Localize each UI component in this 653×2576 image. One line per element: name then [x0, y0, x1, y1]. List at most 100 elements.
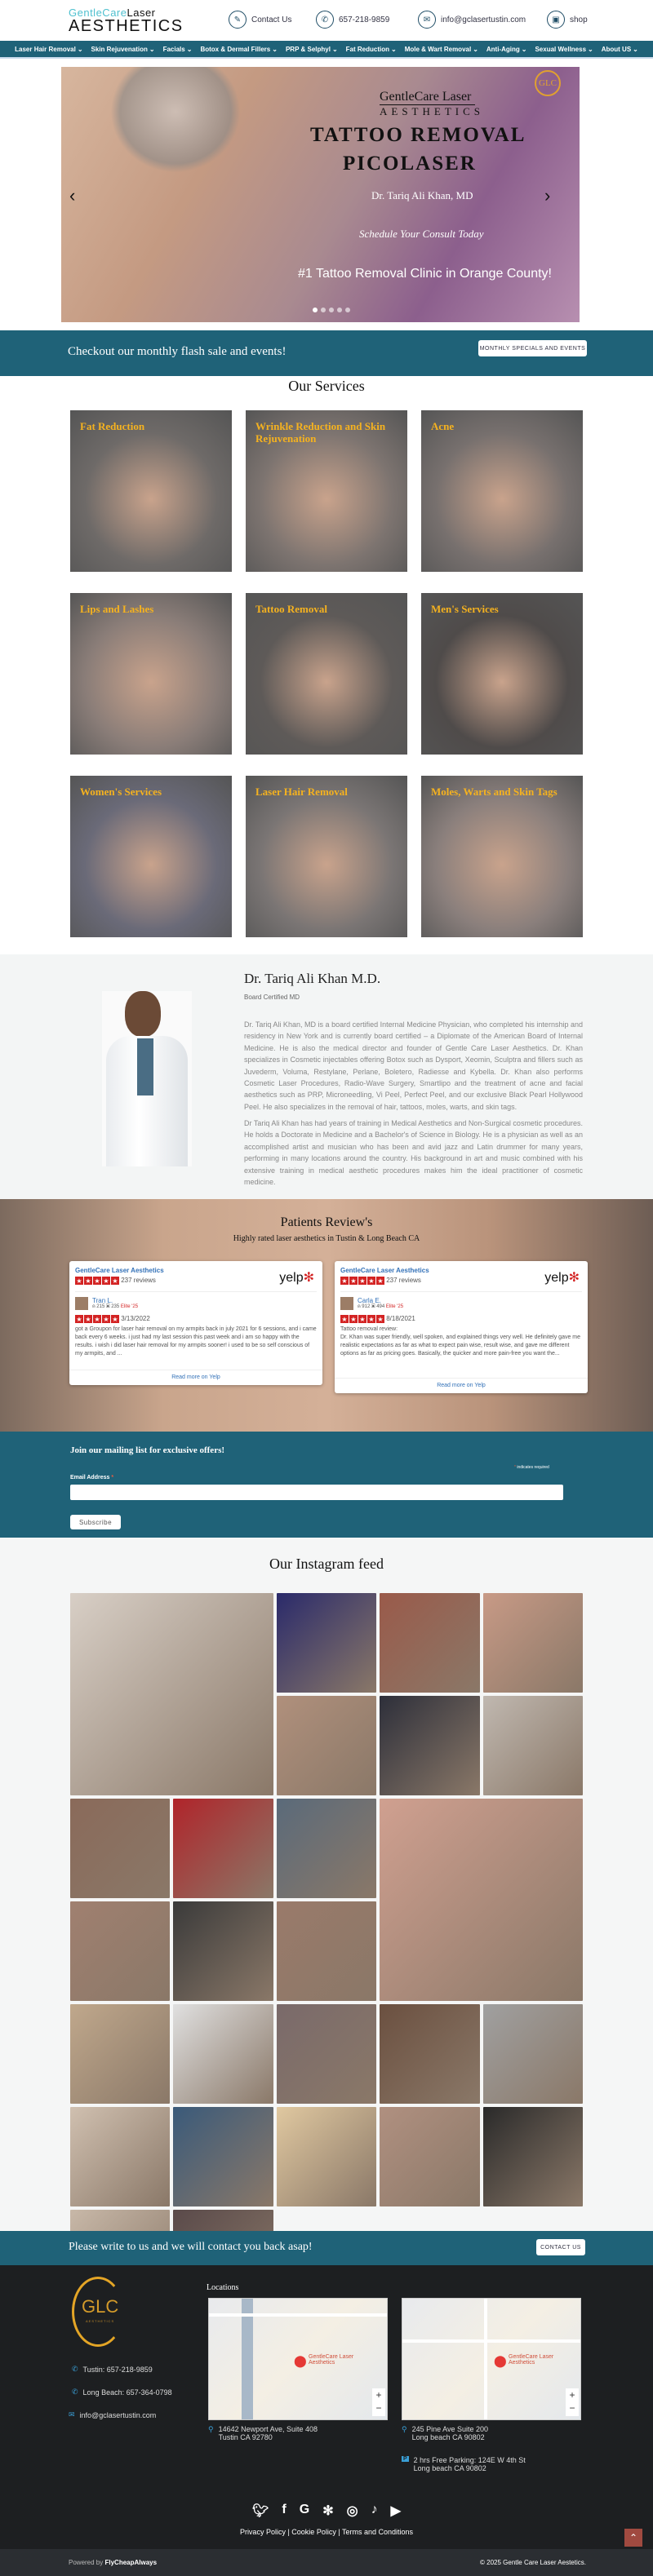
map-zoom-controls[interactable]: + −: [566, 2388, 579, 2416]
contact-us-button[interactable]: CONTACT US: [536, 2239, 585, 2255]
review-text: Tattoo removal review: Dr. Khan was supe…: [340, 1326, 581, 1357]
instagram-post[interactable]: [70, 2107, 171, 2206]
tustin-address: ⚲ 14642 Newport Ave, Suite 408 Tustin CA 9…: [208, 2425, 318, 2441]
instagram-post[interactable]: [276, 1799, 377, 1898]
instagram-post[interactable]: [276, 2004, 377, 2104]
service-tile[interactable]: Tattoo Removal: [246, 593, 407, 755]
hero-brand-top: GentleCare Laser: [380, 90, 476, 105]
instagram-post[interactable]: [70, 1901, 171, 2001]
shop-link[interactable]: ▣ shop: [547, 11, 588, 29]
scroll-to-top-button[interactable]: ⌃: [624, 2529, 642, 2547]
slide-dot[interactable]: [313, 308, 318, 312]
nav-item[interactable]: Skin Rejuvenation: [91, 46, 148, 53]
yelp-icon[interactable]: ✻: [322, 2503, 333, 2519]
monthly-specials-button[interactable]: MONTHLY SPECIALS AND EVENTS: [478, 340, 587, 356]
instagram-post[interactable]: [482, 1696, 583, 1795]
instagram-post[interactable]: [276, 1696, 377, 1795]
terms-link[interactable]: Terms and Conditions: [342, 2528, 413, 2536]
service-title: Tattoo Removal: [255, 603, 327, 615]
cookie-policy-link[interactable]: Cookie Policy: [291, 2528, 336, 2536]
nav-item[interactable]: Laser Hair Removal: [15, 46, 76, 53]
youtube-icon[interactable]: ▶: [391, 2503, 401, 2519]
read-more-link[interactable]: Read more on Yelp: [69, 1370, 322, 1380]
instagram-post[interactable]: [482, 2107, 583, 2206]
slider-dots[interactable]: [313, 308, 350, 312]
nav-item[interactable]: Anti-Aging: [486, 46, 520, 53]
instagram-post[interactable]: [482, 2004, 583, 2104]
email-link[interactable]: ✉ info@gclasertustin.com: [418, 11, 526, 29]
instagram-post[interactable]: [380, 1593, 480, 1693]
instagram-post[interactable]: [173, 2004, 273, 2104]
tiktok-icon[interactable]: ♪: [371, 2503, 378, 2519]
service-tile[interactable]: Fat Reduction: [70, 410, 232, 572]
slide-dot[interactable]: [337, 308, 342, 312]
longbeach-phone[interactable]: ✆ Long Beach: 657-364-0798: [72, 2388, 172, 2397]
social-links: 🐦︎ f G ✻ ◎ ♪ ▶: [0, 2503, 653, 2519]
phone-icon: ✆: [72, 2388, 78, 2396]
map-zoom-controls[interactable]: + −: [372, 2388, 385, 2416]
nav-item[interactable]: Mole & Wart Removal: [405, 46, 472, 53]
twitter-icon[interactable]: 🐦︎: [252, 2503, 269, 2519]
nav-item[interactable]: Facials: [163, 46, 185, 53]
hero-slider[interactable]: GentleCare Laser AESTHETICS GLC TATTOO R…: [61, 67, 580, 322]
logo-aesthetics[interactable]: AESTHETICS: [69, 17, 184, 36]
tustin-map[interactable]: ⬤ GentleCare Laser Aesthetics + −: [208, 2298, 388, 2420]
service-tile[interactable]: Wrinkle Reduction and Skin Rejuvenation: [246, 410, 407, 572]
star-icon: ★: [349, 1277, 358, 1285]
nav-item[interactable]: PRP & Selphyl: [286, 46, 331, 53]
instagram-post[interactable]: [380, 1799, 583, 2001]
reviewer-name[interactable]: Carla E.: [358, 1297, 403, 1304]
instagram-post[interactable]: [70, 2004, 171, 2104]
instagram-post[interactable]: [380, 2107, 480, 2206]
instagram-post[interactable]: [173, 1799, 273, 1898]
contact-us-link[interactable]: ✎ Contact Us: [229, 11, 291, 29]
avatar: [75, 1297, 88, 1310]
instagram-post[interactable]: [380, 2004, 480, 2104]
phone-link[interactable]: ✆ 657-218-9859: [316, 11, 389, 29]
email-input[interactable]: [70, 1485, 563, 1500]
read-more-link[interactable]: Read more on Yelp: [335, 1378, 588, 1388]
subscribe-button[interactable]: Subscribe: [70, 1515, 121, 1529]
facebook-icon[interactable]: f: [282, 2503, 286, 2519]
instagram-post[interactable]: [70, 1593, 273, 1795]
nav-item[interactable]: Botox & Dermal Fillers: [200, 46, 270, 53]
instagram-post[interactable]: [70, 1799, 171, 1898]
glc-badge: GLC: [535, 70, 561, 96]
reviewer-name[interactable]: Tran L.: [92, 1297, 138, 1304]
instagram-post[interactable]: [276, 1593, 377, 1693]
chevron-left-icon[interactable]: ‹: [69, 185, 75, 206]
service-tile[interactable]: Moles, Warts and Skin Tags: [421, 776, 583, 937]
nav-item[interactable]: Sexual Wellness: [535, 46, 586, 53]
service-tile[interactable]: Lips and Lashes: [70, 593, 232, 755]
review-date: 3/13/2022: [121, 1315, 150, 1323]
yelp-logo[interactable]: yelp✻: [544, 1269, 580, 1286]
nav-item[interactable]: About US: [602, 46, 631, 53]
slide-dot[interactable]: [345, 308, 350, 312]
service-tile[interactable]: Men's Services: [421, 593, 583, 755]
instagram-post[interactable]: [173, 1901, 273, 2001]
chevron-right-icon[interactable]: ›: [544, 185, 550, 206]
instagram-post[interactable]: [173, 2107, 273, 2206]
yelp-logo[interactable]: yelp✻: [279, 1269, 314, 1286]
service-tile[interactable]: Women's Services: [70, 776, 232, 937]
service-tile[interactable]: Laser Hair Removal: [246, 776, 407, 937]
google-icon[interactable]: G: [300, 2503, 309, 2519]
tustin-phone[interactable]: ✆ Tustin: 657-218-9859: [72, 2365, 153, 2374]
hero-title: TATTOO REMOVAL: [310, 124, 526, 146]
powered-by-link[interactable]: FlyCheapAlways: [104, 2559, 157, 2566]
slide-dot[interactable]: [321, 308, 326, 312]
slide-dot[interactable]: [329, 308, 334, 312]
instagram-post[interactable]: [380, 1696, 480, 1795]
instagram-icon[interactable]: ◎: [347, 2503, 358, 2519]
nav-item[interactable]: Fat Reduction: [346, 46, 389, 53]
instagram-post[interactable]: [276, 1901, 377, 2001]
envelope-icon: ✉: [418, 11, 436, 29]
footer-email[interactable]: ✉ info@gclasertustin.com: [69, 2410, 156, 2419]
instagram-post[interactable]: [276, 2107, 377, 2206]
doctor-name: Dr. Tariq Ali Khan M.D.: [244, 971, 381, 986]
longbeach-map[interactable]: ⬤ GentleCare Laser Aesthetics + −: [402, 2298, 581, 2420]
service-tile[interactable]: Acne: [421, 410, 583, 572]
instagram-post[interactable]: [482, 1593, 583, 1693]
reviews-section: Patients Review's Highly rated laser aes…: [0, 1199, 653, 1432]
privacy-policy-link[interactable]: Privacy Policy: [240, 2528, 286, 2536]
